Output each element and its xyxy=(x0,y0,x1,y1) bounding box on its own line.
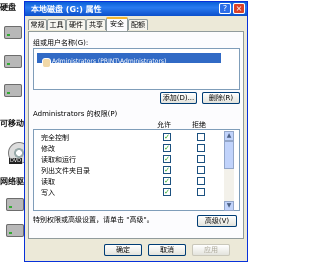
permission-name: 修改 xyxy=(41,145,55,153)
add-button[interactable]: 添加(D)... xyxy=(160,92,197,104)
scroll-thumb[interactable] xyxy=(224,141,234,169)
apply-button[interactable]: 应用 xyxy=(192,244,230,256)
allow-checkbox[interactable]: ✓ xyxy=(163,177,171,185)
network-drive-icon[interactable] xyxy=(6,198,24,211)
allow-checkbox[interactable]: ✓ xyxy=(163,188,171,196)
tab-quota[interactable]: 配额 xyxy=(128,19,148,30)
allow-checkbox[interactable]: ✓ xyxy=(163,155,171,163)
drive-icon[interactable] xyxy=(4,26,22,39)
tab-security[interactable]: 安全 xyxy=(106,17,128,31)
remove-button[interactable]: 删除(R) xyxy=(202,92,240,104)
permissions-label: Administrators 的权限(P) xyxy=(33,110,118,118)
help-button[interactable]: ? xyxy=(219,3,231,14)
deny-checkbox[interactable] xyxy=(197,155,205,163)
properties-window: 本地磁盘 (G:) 属性 ? × 常规 工具 硬件 共享 安全 配额 组或用户名… xyxy=(24,1,248,262)
groups-label: 组或用户名称(G): xyxy=(33,39,89,47)
bg-label-removable: 可移动 xyxy=(0,119,24,128)
allow-checkbox[interactable]: ✓ xyxy=(163,133,171,141)
drive-icon[interactable] xyxy=(4,84,22,97)
network-drive-icon[interactable] xyxy=(6,224,24,237)
title-bar[interactable]: 本地磁盘 (G:) 属性 ? × xyxy=(25,2,247,16)
user-list-item[interactable]: Administrators (PRINT\Administrators) xyxy=(37,53,221,68)
scroll-up-icon[interactable]: ▲ xyxy=(224,131,234,141)
tab-general[interactable]: 常规 xyxy=(28,19,47,30)
permission-row: 写入 ✓ xyxy=(37,187,215,198)
permission-name: 列出文件夹目录 xyxy=(41,167,90,175)
permission-name: 读取 xyxy=(41,178,55,186)
allow-checkbox[interactable]: ✓ xyxy=(163,144,171,152)
permission-row: 读取 ✓ xyxy=(37,176,215,187)
tab-tools[interactable]: 工具 xyxy=(47,19,66,30)
advanced-hint: 特别权限或高级设置，请单击 "高级"。 xyxy=(33,216,154,224)
deny-checkbox[interactable] xyxy=(197,177,205,185)
permission-name: 写入 xyxy=(41,189,55,197)
permission-name: 读取和运行 xyxy=(41,156,76,164)
deny-checkbox[interactable] xyxy=(197,166,205,174)
tab-hardware[interactable]: 硬件 xyxy=(66,19,86,30)
bg-label-harddisk: 硬盘 xyxy=(0,3,16,12)
permissions-list: 完全控制 ✓ 修改 ✓ 读取和运行 ✓ 列出文件夹目录 ✓ 读取 ✓ 写入 ✓ … xyxy=(33,129,240,211)
advanced-button[interactable]: 高级(V) xyxy=(197,215,237,227)
dvd-icon-label: DVD xyxy=(9,158,23,164)
security-panel: 组或用户名称(G): Administrators (PRINT\Adminis… xyxy=(28,31,244,239)
permission-row: 完全控制 ✓ xyxy=(37,132,215,143)
allow-checkbox[interactable]: ✓ xyxy=(163,166,171,174)
deny-checkbox[interactable] xyxy=(197,188,205,196)
deny-checkbox[interactable] xyxy=(197,133,205,141)
permissions-scrollbar[interactable]: ▲ ▼ xyxy=(224,131,234,211)
scroll-down-icon[interactable]: ▼ xyxy=(224,201,234,211)
cancel-button[interactable]: 取消 xyxy=(148,244,186,256)
permission-name: 完全控制 xyxy=(41,134,69,142)
permission-row: 读取和运行 ✓ xyxy=(37,154,215,165)
deny-checkbox[interactable] xyxy=(197,144,205,152)
close-button[interactable]: × xyxy=(233,3,245,14)
drive-icon[interactable] xyxy=(4,55,22,68)
user-name: Administrators (PRINT\Administrators) xyxy=(52,58,167,65)
ok-button[interactable]: 确定 xyxy=(104,244,142,256)
window-title: 本地磁盘 (G:) 属性 xyxy=(31,5,102,14)
permission-row: 修改 ✓ xyxy=(37,143,215,154)
tab-sharing[interactable]: 共享 xyxy=(86,19,106,30)
user-group-icon xyxy=(42,58,51,68)
permission-row: 列出文件夹目录 ✓ xyxy=(37,165,215,176)
user-list[interactable]: Administrators (PRINT\Administrators) xyxy=(33,48,240,90)
